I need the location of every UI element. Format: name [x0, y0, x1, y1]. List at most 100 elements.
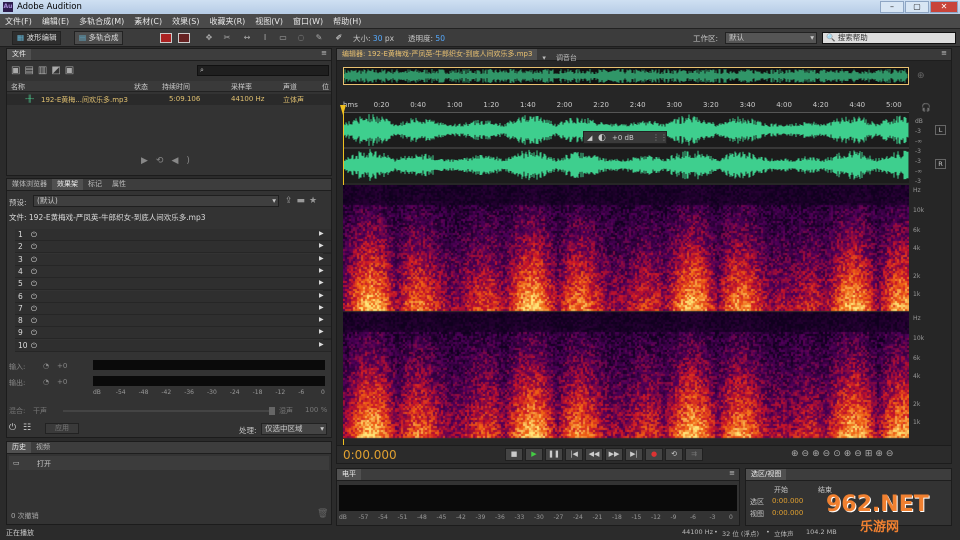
multitrack-mode-button[interactable]: ▤ 多轨合成	[74, 31, 124, 45]
col-channels[interactable]: 声道	[283, 82, 297, 92]
zoom-out-point-icon[interactable]: ⊖	[854, 449, 865, 459]
effect-slot[interactable]: 10 ⏻ ▶	[15, 339, 331, 352]
zoom-in-point-icon[interactable]: ⊕	[844, 449, 855, 459]
tab-editor[interactable]: 编辑器: 192-E黄梅戏-严凤英-牛郎织女-到底人间欢乐多.mp3	[337, 49, 538, 60]
col-sample-rate[interactable]: 采样率	[231, 82, 252, 92]
close-button[interactable]: ✕	[930, 1, 958, 13]
effect-slot[interactable]: 1 ⏻ ▶	[15, 229, 331, 241]
tab-levels[interactable]: 电平	[337, 469, 361, 480]
menu-help[interactable]: 帮助(H)	[328, 14, 366, 29]
tab-effects-rack[interactable]: 效果架	[52, 179, 83, 190]
maximize-button[interactable]: ▢	[905, 1, 929, 13]
tab-mixer[interactable]: 调音台	[551, 53, 582, 64]
power-icon[interactable]: ⏻	[31, 242, 37, 252]
opacity-value[interactable]: 50	[435, 34, 445, 43]
play-icon[interactable]: ▶	[141, 156, 156, 166]
effect-slot[interactable]: 7 ⏻ ▶	[15, 302, 331, 315]
rewind-button[interactable]: ◀◀	[585, 448, 603, 461]
record-button[interactable]: ●	[645, 448, 663, 461]
power-icon[interactable]: ⏻	[31, 341, 37, 351]
chevron-right-icon[interactable]: ▶	[319, 230, 324, 237]
selection-start-value[interactable]: 0:00.000	[772, 497, 803, 505]
spot-healing-tool-icon[interactable]: ✐	[334, 33, 344, 43]
zoom-in-time-icon[interactable]: ⊕	[812, 449, 823, 459]
power-icon[interactable]: ⏻	[31, 279, 37, 289]
chevron-right-icon[interactable]: ▶	[319, 255, 324, 262]
play-button[interactable]: ▶	[525, 448, 543, 461]
process-select[interactable]: 仅选中区域 ▾	[261, 423, 327, 435]
view-start-value[interactable]: 0:00.000	[772, 509, 803, 517]
channel-left-toggle[interactable]: L	[935, 125, 946, 135]
col-status[interactable]: 状态	[134, 82, 148, 92]
trash-icon[interactable]: 🗑	[317, 509, 328, 519]
panel-menu-icon[interactable]: ≡	[321, 49, 327, 57]
lasso-tool-icon[interactable]: ◌	[296, 33, 306, 43]
output-knob[interactable]: ◔	[43, 378, 49, 386]
channel-right-toggle[interactable]: R	[935, 159, 946, 169]
menu-view[interactable]: 视图(V)	[250, 14, 288, 29]
time-selection-tool-icon[interactable]: I	[260, 33, 270, 43]
autoplay-icon[interactable]: ◀)	[171, 156, 197, 166]
zoom-selection-icon[interactable]: ⊞	[865, 449, 876, 459]
chevron-right-icon[interactable]: ▶	[319, 304, 324, 311]
brush-tool-icon[interactable]: ✎	[314, 33, 324, 43]
effect-slot[interactable]: 3 ⏻ ▶	[15, 253, 331, 266]
mix-slider-handle[interactable]	[269, 407, 275, 415]
power-icon[interactable]: ⏻	[31, 316, 37, 326]
tab-editor-dropdown[interactable]: ▾	[537, 53, 551, 64]
menu-file[interactable]: 文件(F)	[0, 14, 37, 29]
file-actions-icons[interactable]: ▣▤▥◩▣	[11, 65, 78, 76]
chevron-right-icon[interactable]: ▶	[319, 341, 324, 348]
menu-clip[interactable]: 素材(C)	[129, 14, 167, 29]
next-button[interactable]: ▶|	[625, 448, 643, 461]
menu-window[interactable]: 窗口(W)	[288, 14, 328, 29]
zoom-out-amplitude-icon[interactable]: ⊖	[802, 449, 813, 459]
razor-tool-icon[interactable]: ✂	[222, 33, 232, 43]
col-duration[interactable]: 持续时间	[162, 82, 190, 92]
tab-selection-view[interactable]: 选区/视图	[746, 469, 787, 480]
effect-slot[interactable]: 2 ⏻ ▶	[15, 241, 331, 254]
tab-video[interactable]: 视频	[31, 442, 55, 453]
chevron-right-icon[interactable]: ▶	[319, 316, 324, 323]
input-db[interactable]: +0	[57, 362, 67, 370]
time-ruler[interactable]: hms 0:20 0:40 1:00 1:20 1:40 2:00 2:20 2:40 3:00 3…	[343, 99, 909, 113]
zoom-in-channel-icon[interactable]: ⊕	[875, 449, 886, 459]
preset-actions-icons[interactable]: ⇪▬★	[285, 196, 321, 206]
chevron-right-icon[interactable]: ▶	[319, 267, 324, 274]
tab-history[interactable]: 历史	[7, 442, 31, 453]
skip-selection-button[interactable]: ⇉	[685, 448, 703, 461]
effect-slot[interactable]: 6 ⏻ ▶	[15, 290, 331, 303]
effect-slot[interactable]: 4 ⏻ ▶	[15, 265, 331, 278]
panel-menu-icon[interactable]: ≡	[729, 469, 735, 477]
zoom-in-amplitude-icon[interactable]: ⊕	[791, 449, 802, 459]
loop-button[interactable]: ⟲	[665, 448, 683, 461]
file-search-input[interactable]: ⌕	[197, 65, 329, 76]
overview-navigator[interactable]	[343, 67, 909, 85]
minimize-button[interactable]: –	[880, 1, 904, 13]
power-all-icon[interactable]: ⏻	[9, 423, 16, 433]
chevron-right-icon[interactable]: ▶	[319, 328, 324, 335]
file-preview-controls[interactable]: ▶⟲◀)	[141, 156, 198, 166]
file-row[interactable]: -╫- 192-E黄梅...间欢乐多.mp3 5:09.106 44100 Hz…	[7, 94, 331, 105]
zoom-full-icon[interactable]: ⊙	[833, 449, 844, 459]
input-knob[interactable]: ◔	[43, 362, 49, 370]
effect-slot[interactable]: 9 ⏻ ▶	[15, 327, 331, 340]
power-icon[interactable]: ⏻	[31, 267, 37, 277]
history-item[interactable]: ▭ 打开	[9, 456, 329, 470]
spectral-pitch-icon[interactable]	[178, 33, 190, 43]
list-view-icon[interactable]: ☷	[23, 423, 31, 433]
zoom-out-channel-icon[interactable]: ⊖	[886, 449, 897, 459]
menu-multitrack[interactable]: 多轨合成(M)	[74, 14, 129, 29]
loop-icon[interactable]: ⟲	[156, 156, 172, 166]
tab-markers[interactable]: 标记	[83, 179, 107, 190]
tab-media-browser[interactable]: 媒体浏览器	[7, 179, 52, 190]
chevron-right-icon[interactable]: ▶	[319, 279, 324, 286]
spectral-display[interactable]	[343, 185, 909, 439]
chevron-right-icon[interactable]: ▶	[319, 242, 324, 249]
hud-knob[interactable]: ◐	[598, 133, 606, 143]
overview-zoom-icon[interactable]: ⊕	[917, 71, 925, 81]
menu-edit[interactable]: 编辑(E)	[37, 14, 74, 29]
current-time[interactable]: 0:00.000	[343, 448, 397, 462]
spectral-display-icon[interactable]	[160, 33, 172, 43]
move-tool-icon[interactable]: ✥	[204, 33, 214, 43]
